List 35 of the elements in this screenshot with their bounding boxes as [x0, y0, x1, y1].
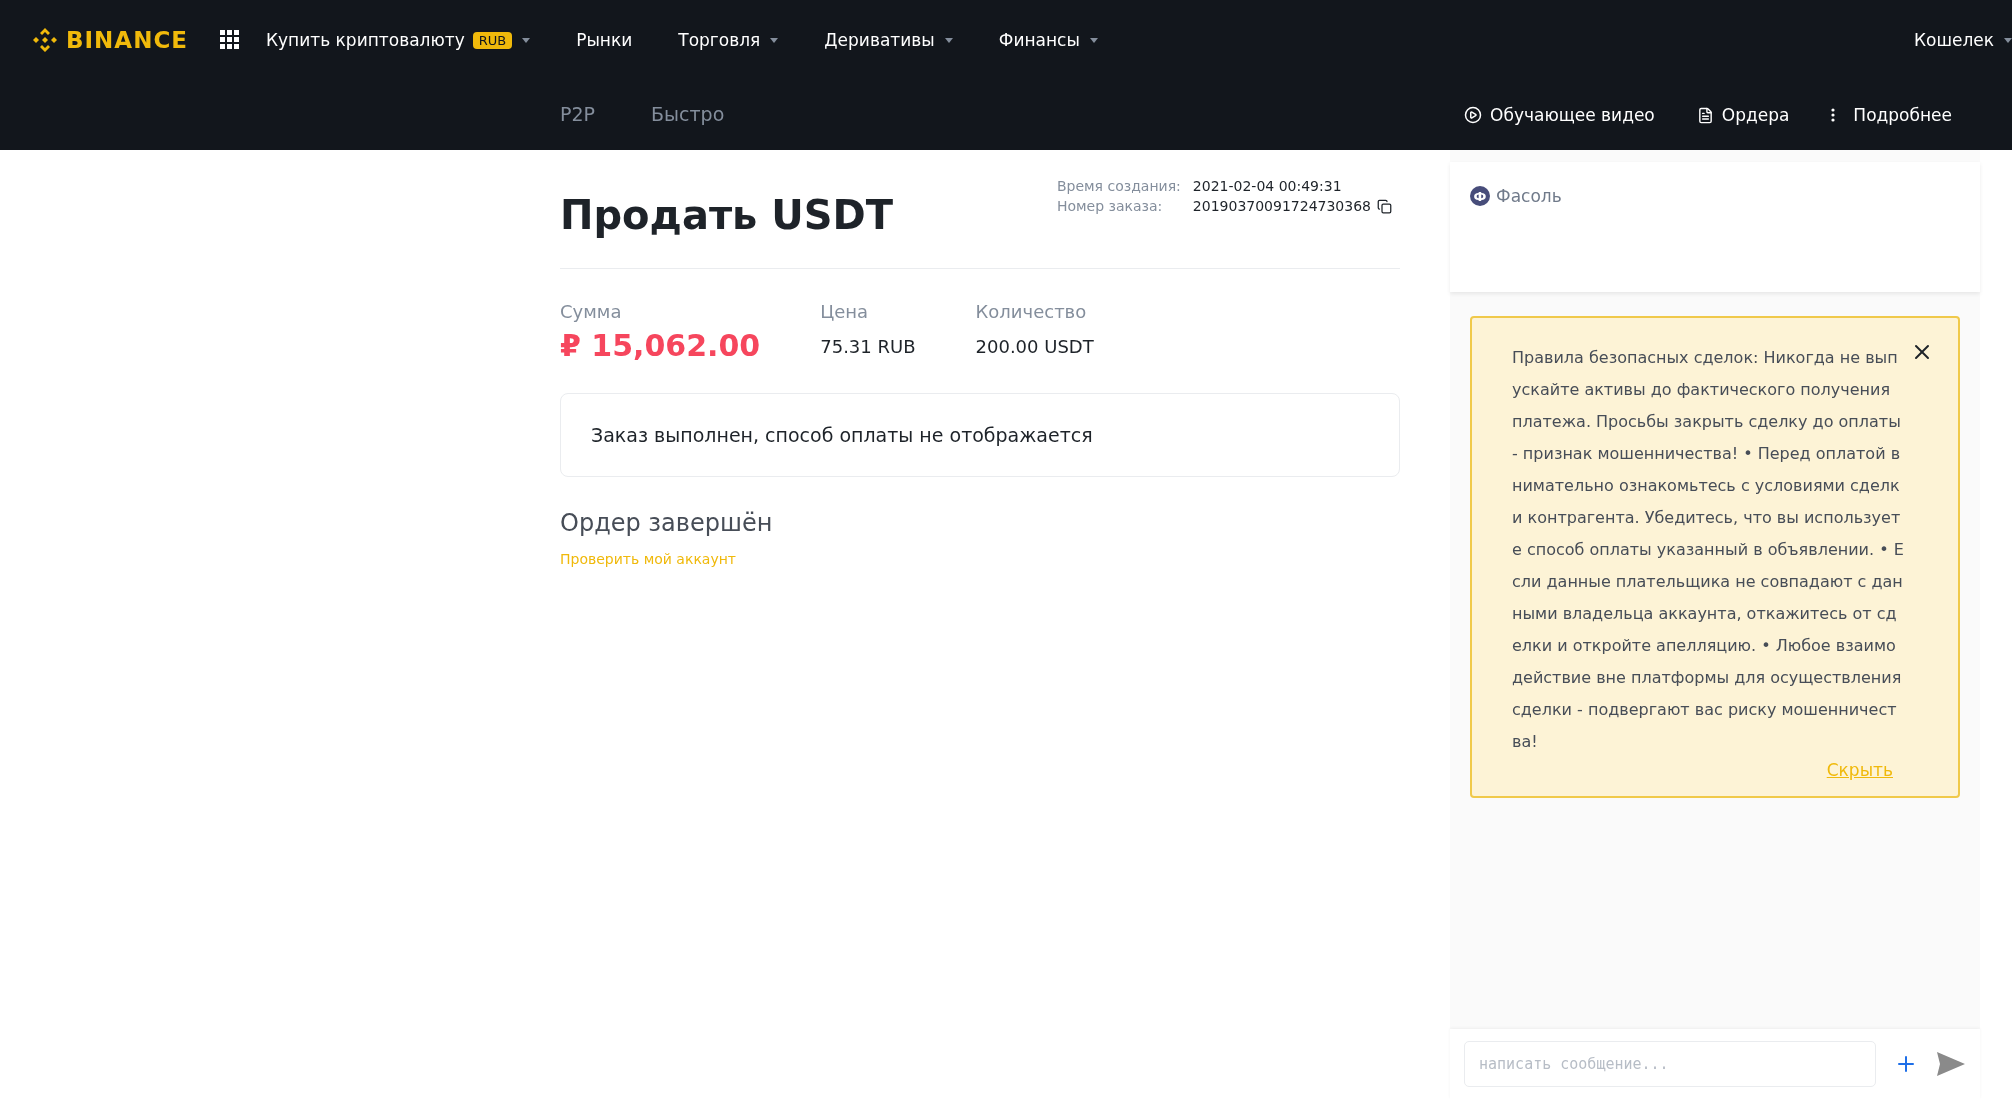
apps-grid-icon[interactable]: [220, 30, 240, 50]
copy-icon[interactable]: [1377, 198, 1392, 214]
document-icon: [1696, 106, 1714, 124]
message-input[interactable]: написать сообщение...: [1464, 1041, 1876, 1087]
more-icon: [1831, 108, 1836, 122]
wallet-menu[interactable]: Кошелек: [1913, 30, 2012, 50]
send-button[interactable]: [1936, 1051, 1966, 1077]
stat-value: 200.00 USDT: [975, 336, 1094, 357]
meta-label: Время создания:: [1056, 178, 1181, 194]
sub-tab[interactable]: P2P: [560, 103, 595, 127]
meta-value: 20190370091724730368: [1192, 198, 1371, 214]
notice-card: Заказ выполнен, способ оплаты не отображается: [560, 393, 1400, 477]
stat-label: Цена: [820, 301, 870, 322]
nav-menu-item[interactable]: Торговля: [678, 30, 779, 50]
play-icon: [1464, 106, 1483, 124]
nav-menu-item[interactable]: Рынки: [576, 30, 633, 50]
header-action-link[interactable]: Ордера: [1696, 105, 1790, 125]
nav-menu-item[interactable]: Финансы: [998, 30, 1098, 50]
counterparty-name: Фасоль: [1496, 186, 1562, 206]
stat-label: Количество: [975, 301, 1088, 322]
header-action-link[interactable]: Обучающее видео: [1464, 105, 1655, 125]
stat-value: ₽ 15,062.00: [560, 328, 761, 363]
meta-value: 2021-02-04 00:49:31: [1192, 178, 1343, 194]
avatar: Ф: [1470, 186, 1490, 206]
stat-label: Сумма: [560, 301, 623, 322]
stat-value: 75.31 RUB: [820, 336, 916, 357]
order-status: Ордер завершён: [560, 509, 774, 537]
logo[interactable]: BINANCE: [30, 25, 188, 55]
nav-menu-item[interactable]: Деривативы: [824, 30, 953, 50]
warning-text: Правила безопасных сделок: Никогда не выпускайте активы до фактического получения платежа. Просьбы закрыть сделку до оплаты - признак мошенничества! • Перед оплатой внимательно ознакомьтесь с условиями сделки контрагента. Убедитесь, что вы используете способ оплаты указанный в объявлении. • Если данные плательщика не совпадают с данными владельца аккаунта, откажитесь от сделки и откройте апелляцию. • Любое взаимодействие вне платформы для осуществления сделки - подвергают вас риску мошенничества!: [1512, 347, 1904, 753]
page-title: Продать USDT: [560, 191, 894, 238]
nav-menu-item[interactable]: Купить криптовалюту RUB: [266, 30, 531, 50]
header-action-link[interactable]: Подробнее: [1831, 105, 1952, 125]
meta-label: Номер заказа:: [1056, 198, 1164, 214]
sub-tab[interactable]: Быстро: [651, 103, 725, 127]
